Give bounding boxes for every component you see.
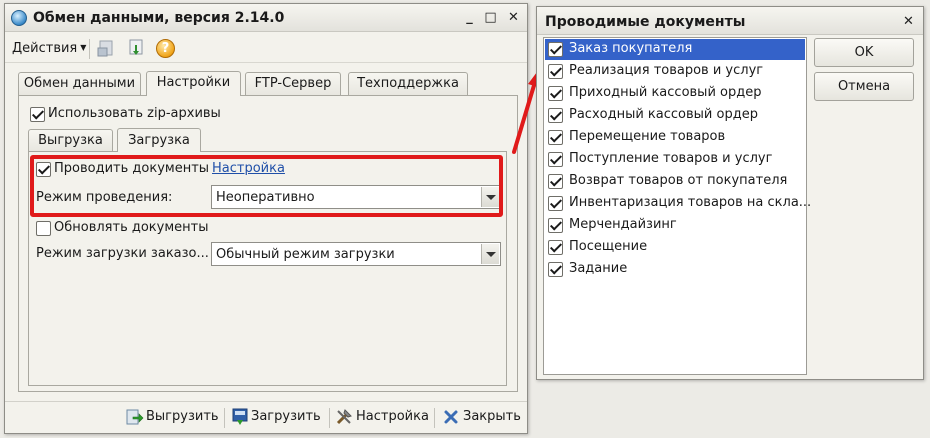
list-item[interactable]: Поступление товаров и услуг: [545, 149, 805, 170]
app-globe-icon: [11, 10, 27, 26]
close-button[interactable]: ✕: [900, 13, 917, 30]
list-item[interactable]: Перемещение товаров: [545, 127, 805, 148]
list-item-label: Заказ покупателя: [569, 41, 693, 56]
list-item-checkbox[interactable]: [548, 174, 563, 189]
maximize-button[interactable]: □: [482, 9, 499, 26]
order-load-mode-value: Обычный режим загрузки: [216, 247, 395, 262]
list-item[interactable]: Посещение: [545, 237, 805, 258]
window-title: Обмен данными, версия 2.14.0: [33, 10, 285, 26]
ok-button[interactable]: OK: [814, 38, 914, 67]
list-item-checkbox[interactable]: [548, 196, 563, 211]
cancel-button[interactable]: Отмена: [814, 72, 914, 101]
tab-ftp-server[interactable]: FTP-Сервер: [245, 72, 341, 95]
close-button[interactable]: ✕: [505, 9, 522, 26]
button-separator: [329, 408, 330, 428]
list-item[interactable]: Расходный кассовый ордер: [545, 105, 805, 126]
list-item-label: Задание: [569, 261, 628, 276]
list-item-checkbox[interactable]: [548, 130, 563, 145]
chevron-down-icon[interactable]: [481, 244, 499, 264]
toolbar-separator: [89, 39, 90, 59]
list-item-checkbox[interactable]: [548, 218, 563, 233]
use-zip-checkbox[interactable]: [30, 107, 45, 122]
minimize-button[interactable]: _: [461, 9, 478, 26]
list-item-label: Приходный кассовый ордер: [569, 85, 762, 100]
documents-checklist: Заказ покупателя Реализация товаров и ус…: [543, 37, 811, 375]
tab-settings[interactable]: Настройки: [146, 71, 241, 96]
list-item-label: Перемещение товаров: [569, 129, 726, 144]
exchange-window: Обмен данными, версия 2.14.0 _ □ ✕ Дейст…: [4, 3, 528, 434]
toolbar: Действия ▼ ?: [5, 33, 527, 63]
close-x-icon: [444, 410, 458, 424]
subtab-import[interactable]: Загрузка: [117, 128, 201, 152]
list-item-checkbox[interactable]: [548, 240, 563, 255]
import-icon: [232, 408, 248, 425]
list-item[interactable]: Мерчендайзинг: [545, 215, 805, 236]
list-item[interactable]: Инвентаризация товаров на скла...: [545, 193, 811, 214]
list-item-checkbox[interactable]: [548, 86, 563, 101]
help-icon[interactable]: ?: [156, 39, 175, 58]
button-separator: [224, 408, 225, 428]
download-doc-icon[interactable]: [127, 39, 146, 58]
list-item[interactable]: Задание: [545, 259, 805, 280]
upload-doc-icon[interactable]: [97, 39, 116, 58]
list-item-checkbox[interactable]: [548, 64, 563, 79]
actions-label: Действия: [12, 41, 78, 56]
list-item[interactable]: Приходный кассовый ордер: [545, 83, 805, 104]
list-item-label: Инвентаризация товаров на скла...: [569, 195, 812, 210]
title-bar: Обмен данными, версия 2.14.0 _ □ ✕: [5, 4, 527, 32]
export-icon: [126, 409, 144, 425]
chevron-down-icon: ▼: [80, 43, 87, 52]
list-item-label: Мерчендайзинг: [569, 217, 677, 232]
settings-button[interactable]: Настройка: [356, 409, 429, 424]
use-zip-label: Использовать zip-архивы: [48, 106, 221, 121]
highlight-frame: [30, 155, 503, 217]
list-item-checkbox[interactable]: [548, 152, 563, 167]
update-documents-label: Обновлять документы: [54, 220, 209, 235]
list-item[interactable]: Реализация товаров и услуг: [545, 61, 805, 82]
list-item-checkbox[interactable]: [548, 108, 563, 123]
list-item-checkbox[interactable]: [548, 262, 563, 277]
button-separator: [434, 408, 435, 428]
bottom-action-bar: Выгрузить Загрузить Настройка Закрыть: [5, 401, 527, 433]
subtab-export[interactable]: Выгрузка: [28, 129, 113, 151]
tools-icon: [336, 409, 352, 425]
list-item-label: Посещение: [569, 239, 648, 254]
list-item-label: Поступление товаров и услуг: [569, 151, 773, 166]
import-button[interactable]: Загрузить: [251, 409, 321, 424]
order-load-mode-label: Режим загрузки заказо...: [36, 246, 209, 261]
settings-tab-panel: Использовать zip-архивы Выгрузка Загрузк…: [18, 95, 518, 392]
list-item-label: Расходный кассовый ордер: [569, 107, 758, 122]
tab-support[interactable]: Техподдержка: [348, 72, 468, 95]
list-item[interactable]: Возврат товаров от покупателя: [545, 171, 805, 192]
dialog-title-bar: Проводимые документы ✕: [537, 7, 923, 35]
update-documents-checkbox[interactable]: [36, 221, 51, 236]
export-button[interactable]: Выгрузить: [146, 409, 219, 424]
tab-data-exchange[interactable]: Обмен данными: [18, 72, 141, 95]
list-item-label: Реализация товаров и услуг: [569, 63, 764, 78]
list-item-label: Возврат товаров от покупателя: [569, 173, 788, 188]
dialog-title: Проводимые документы: [545, 14, 746, 30]
list-item-checkbox[interactable]: [548, 42, 563, 57]
list-item[interactable]: Заказ покупателя: [545, 39, 805, 60]
order-load-mode-select[interactable]: Обычный режим загрузки: [211, 242, 501, 266]
posted-documents-dialog: Проводимые документы ✕ Заказ покупателя …: [536, 6, 924, 380]
actions-menu[interactable]: Действия ▼: [12, 41, 86, 56]
close-window-button[interactable]: Закрыть: [463, 409, 521, 424]
